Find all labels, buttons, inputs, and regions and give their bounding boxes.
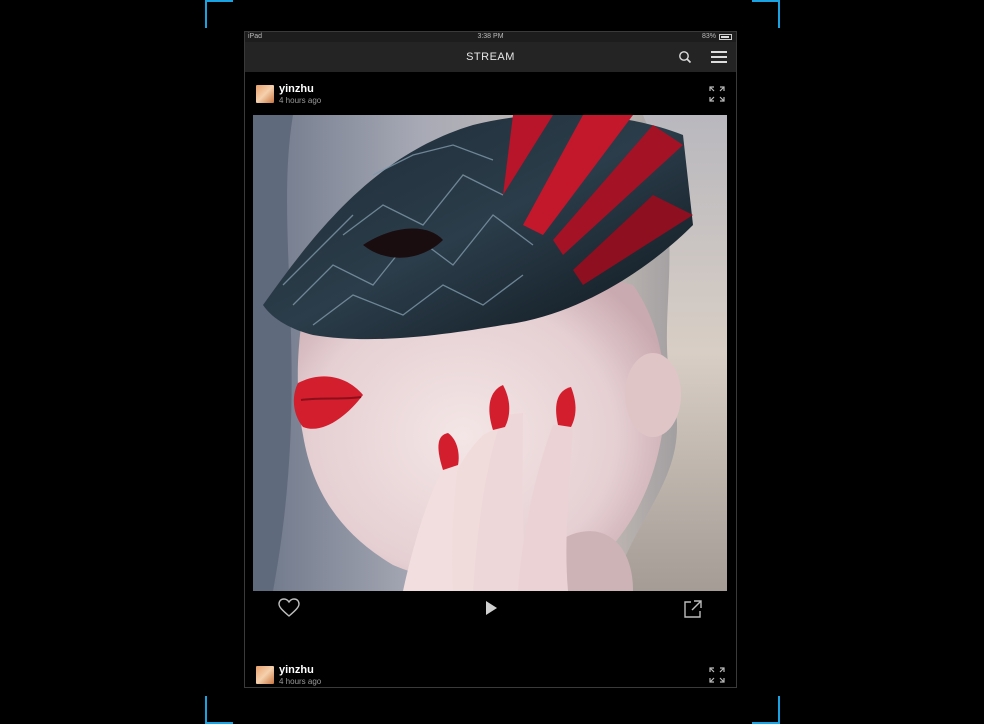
nav-bar: STREAM: [245, 42, 736, 72]
frame-corner-top-right: [752, 0, 780, 28]
post-header: yinzhu 4 hours ago: [245, 83, 736, 115]
post-username[interactable]: yinzhu: [279, 83, 314, 95]
status-right: 83%: [702, 32, 732, 42]
post-actions: [245, 594, 736, 624]
share-icon[interactable]: [683, 599, 703, 619]
status-time: 3:38 PM: [477, 33, 504, 40]
heart-icon[interactable]: [278, 598, 300, 618]
ipad-screen: iPad 3:38 PM 83% STREAM yinzhu 4 hours a…: [244, 31, 737, 688]
post-photo[interactable]: [253, 115, 727, 591]
expand-icon[interactable]: [708, 85, 726, 103]
search-icon[interactable]: [678, 50, 692, 64]
status-bar: iPad 3:38 PM 83%: [245, 32, 736, 42]
frame-corner-bottom-left: [205, 696, 233, 724]
avatar[interactable]: [256, 85, 274, 103]
expand-icon[interactable]: [708, 666, 726, 684]
avatar[interactable]: [256, 666, 274, 684]
post-timestamp: 4 hours ago: [279, 96, 322, 105]
page-title: STREAM: [466, 51, 515, 63]
frame-corner-bottom-right: [752, 696, 780, 724]
frame-corner-top-left: [205, 0, 233, 28]
post-timestamp: 4 hours ago: [279, 677, 322, 686]
post-header: yinzhu 4 hours ago: [245, 664, 736, 687]
hamburger-menu-icon[interactable]: [711, 51, 727, 63]
play-icon[interactable]: [482, 599, 500, 617]
battery-icon: [719, 34, 732, 40]
battery-percent: 83%: [701, 33, 716, 40]
post-username[interactable]: yinzhu: [279, 664, 314, 676]
